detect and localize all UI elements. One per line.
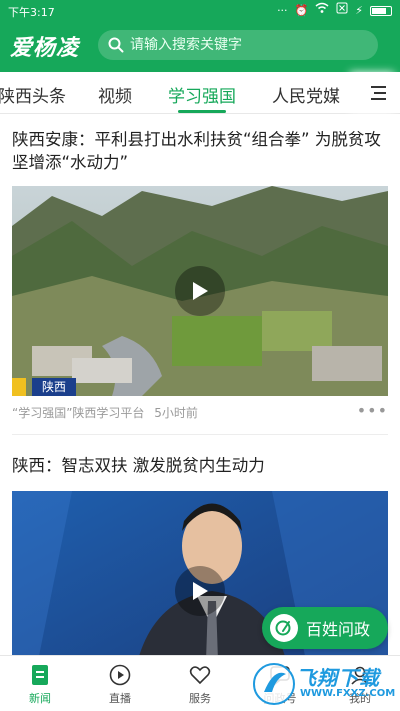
play-icon: [109, 664, 131, 686]
public-inquiry-button[interactable]: 百姓问政: [262, 607, 388, 649]
app-header: 下午3:17 ··· ⏰ ⚡ 爱杨凌: [0, 0, 400, 72]
watermark-url: WWW.FXXZ.COM: [300, 688, 396, 699]
news-icon: [32, 665, 48, 685]
article-source: “学习强国”陕西学习平台: [12, 406, 145, 420]
heart-icon: [189, 666, 211, 685]
nav-services-label: 服务: [189, 692, 211, 705]
play-button[interactable]: [175, 266, 225, 316]
download-site-watermark: 飞翔下载 WWW.FXXZ.COM: [252, 660, 396, 708]
menu-icon: [371, 85, 386, 100]
watermark-text: 飞翔下载: [296, 666, 380, 690]
article-time: 5小时前: [154, 406, 198, 420]
tab-peoples-party-media[interactable]: 人民党媒: [272, 82, 340, 107]
article-meta: “学习强国”陕西学习平台 5小时前 •••: [12, 401, 388, 422]
status-time: 下午3:17: [8, 6, 55, 19]
sim-icon: [336, 2, 348, 19]
alarm-icon: ⏰: [294, 3, 309, 17]
tab-video[interactable]: 视频: [98, 82, 132, 107]
more-options-icon[interactable]: •••: [357, 401, 388, 420]
caption-accent-bar: [12, 378, 26, 396]
charging-icon: ⚡: [355, 3, 363, 17]
active-tab-indicator: [178, 110, 226, 113]
tab-shaanxi-headlines[interactable]: 陕西头条: [0, 82, 66, 107]
divider: [12, 434, 388, 435]
wifi-icon: [315, 2, 329, 19]
watermark-logo-icon: [253, 663, 295, 705]
search-icon: [108, 37, 124, 53]
news-article[interactable]: 陕西安康：平利县打出水利扶贫“组合拳” 为脱贫攻坚增添“水动力” 陕西 “学习强…: [12, 128, 388, 422]
status-icons: ··· ⏰ ⚡: [277, 2, 392, 19]
more-dots-icon: ···: [277, 3, 288, 17]
article-title[interactable]: 陕西安康：平利县打出水利扶贫“组合拳” 为脱贫攻坚增添“水动力”: [12, 128, 388, 174]
play-icon: [193, 582, 208, 600]
tab-xuexi-qiangguo[interactable]: 学习强国: [168, 82, 236, 107]
article-video-thumbnail[interactable]: 陕西: [12, 186, 388, 396]
play-icon: [193, 282, 208, 300]
search-bar[interactable]: [98, 30, 378, 60]
app-logo: 爱杨凌: [10, 35, 80, 61]
nav-services[interactable]: 服务: [172, 664, 228, 706]
tab-menu-button[interactable]: [356, 72, 400, 113]
category-tabs: 陕西头条 视频 学习强国 人民党媒: [0, 72, 400, 114]
play-button[interactable]: [175, 566, 225, 616]
article-title[interactable]: 陕西：智志双扶 激发脱贫内生动力: [12, 454, 388, 477]
news-feed: 陕西安康：平利县打出水利扶贫“组合拳” 为脱贫攻坚增添“水动力” 陕西 “学习强…: [0, 114, 400, 655]
search-input[interactable]: [130, 37, 360, 53]
image-caption: 陕西: [32, 378, 77, 396]
nav-live-label: 直播: [109, 692, 131, 705]
battery-icon: [370, 5, 392, 16]
status-bar: 下午3:17 ··· ⏰ ⚡: [0, 0, 400, 22]
nav-news[interactable]: 新闻: [12, 664, 68, 706]
nav-news-label: 新闻: [29, 692, 51, 705]
nav-live[interactable]: 直播: [92, 664, 148, 706]
app-screen: 下午3:17 ··· ⏰ ⚡ 爱杨凌 陕西头条: [0, 0, 400, 711]
edit-icon: [270, 614, 298, 642]
public-inquiry-label: 百姓问政: [306, 620, 371, 639]
